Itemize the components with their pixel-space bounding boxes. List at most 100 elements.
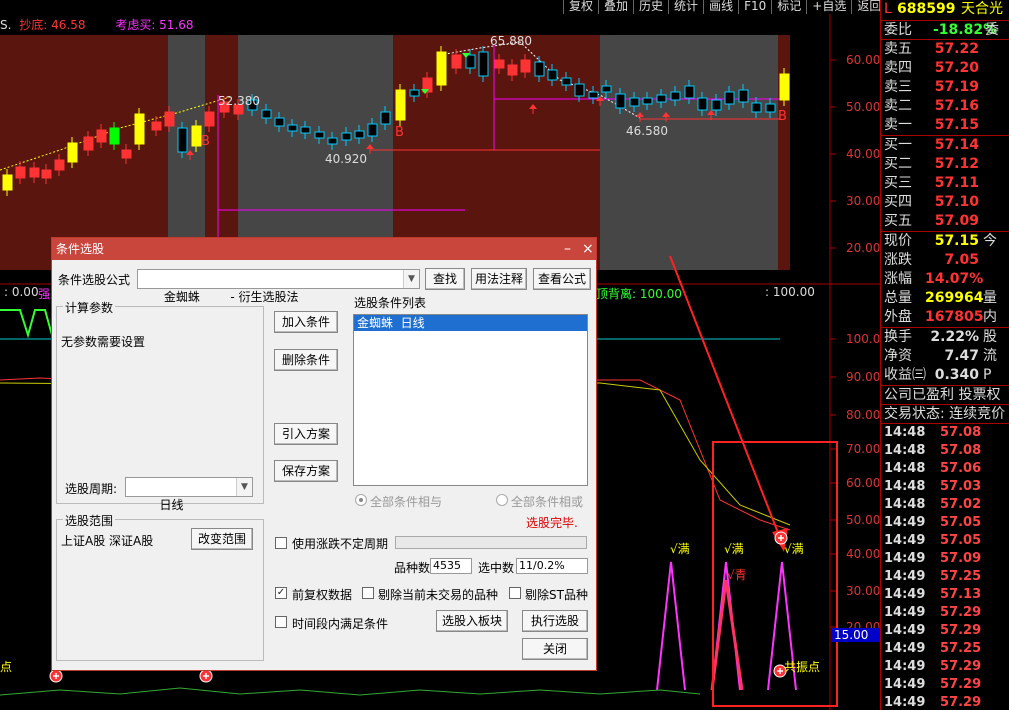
- range-text: 上证A股 深证A股: [61, 534, 154, 548]
- tick-row[interactable]: 14:49 57.25: [881, 640, 1009, 658]
- forward-adjust-label: 前复权数据: [292, 588, 353, 602]
- formula-select-value: 金蜘蛛 - 衍生选股法: [163, 290, 299, 304]
- mode-label: S.: [0, 18, 12, 32]
- period-select[interactable]: 日线 ▼: [125, 477, 253, 512]
- toolbar-button-4[interactable]: 画线: [703, 0, 738, 14]
- add-condition-button[interactable]: 加入条件: [274, 311, 338, 333]
- minimize-icon[interactable]: –: [564, 238, 571, 260]
- toolbar-button-6[interactable]: 标记: [771, 0, 806, 14]
- indicator-axis-tick: 50.00: [846, 513, 881, 527]
- delete-condition-button[interactable]: 删除条件: [274, 349, 338, 371]
- bid-value: 57.12: [934, 156, 979, 172]
- all-and-radio[interactable]: [355, 494, 367, 506]
- formula-select[interactable]: 金蜘蛛 - 衍生选股法 ▼: [137, 269, 420, 304]
- stat-value: 269964: [925, 290, 984, 306]
- toolbar-button-1[interactable]: 叠加: [598, 0, 633, 14]
- full-label-1: √满: [670, 542, 690, 556]
- irregular-period-checkbox[interactable]: [275, 537, 287, 549]
- save-plan-button[interactable]: 保存方案: [274, 460, 338, 482]
- ask-row: 卖五 57.22: [881, 40, 1009, 59]
- toolbar-button-5[interactable]: F10: [738, 0, 771, 14]
- tick-price: 57.03: [940, 479, 982, 494]
- chevron-down-icon[interactable]: ▼: [403, 270, 419, 288]
- tick-row[interactable]: 14:49 57.29: [881, 694, 1009, 710]
- indicator-axis-tick: 100.0: [846, 332, 881, 346]
- candle-body: [561, 77, 572, 86]
- range-group-title: 选股范围: [63, 512, 116, 529]
- current-indicator-value: 15.00: [831, 628, 880, 642]
- tick-price: 57.25: [940, 569, 982, 584]
- stat-row: 外盘 167805 内: [881, 308, 1009, 327]
- tick-price: 57.08: [940, 443, 982, 458]
- change-range-button[interactable]: 改变范围: [191, 528, 253, 550]
- tick-row[interactable]: 14:49 57.29: [881, 676, 1009, 694]
- tick-row[interactable]: 14:48 57.03: [881, 478, 1009, 496]
- candle-body: [261, 109, 272, 119]
- toolbar-button-2[interactable]: 历史: [633, 0, 668, 14]
- price-axis-tick: 60.00: [846, 53, 881, 67]
- close-icon[interactable]: ×: [582, 238, 594, 260]
- dialog-title-bar[interactable]: 条件选股 – ×: [52, 238, 596, 260]
- stat2-extra: P: [983, 367, 992, 383]
- candle-body: [29, 167, 40, 178]
- stat-label: 现价: [884, 233, 912, 249]
- candle-body: [96, 129, 107, 143]
- tick-time: 14:48: [884, 461, 926, 476]
- chevron-down-icon[interactable]: ▼: [236, 478, 252, 496]
- ask-value: 57.19: [934, 79, 979, 95]
- bid-value: 57.09: [934, 213, 979, 229]
- tick-time: 14:49: [884, 623, 926, 638]
- condition-list-item[interactable]: 金蜘蛛 日线: [354, 315, 587, 331]
- dialog-title: 条件选股: [56, 242, 105, 256]
- chart-gray-zone: [600, 35, 778, 270]
- view-formula-button[interactable]: 查看公式: [533, 268, 591, 290]
- stat-label: 总量: [884, 290, 912, 306]
- stat-row: 涨跌 7.05: [881, 251, 1009, 270]
- usage-notes-button[interactable]: 用法注释: [471, 268, 527, 290]
- close-button[interactable]: 关闭: [522, 638, 588, 660]
- tick-row[interactable]: 14:49 57.29: [881, 622, 1009, 640]
- tick-price: 57.29: [940, 677, 982, 692]
- add-to-block-button[interactable]: 选股入板块: [436, 610, 508, 632]
- candle-body: [629, 97, 640, 107]
- candle-body: [765, 103, 776, 113]
- indicator-axis-tick: 30.00: [846, 584, 881, 598]
- toolbar-button-7[interactable]: +自选: [806, 0, 851, 14]
- toolbar-button-0[interactable]: 复权: [563, 0, 598, 14]
- candle-body: [642, 97, 653, 105]
- condition-list[interactable]: 金蜘蛛 日线: [353, 314, 588, 486]
- high-price-label: 65.880: [490, 34, 532, 48]
- tick-list[interactable]: 14:48 57.08 14:48 57.08 14:48 57.06 14:48 57.03…: [881, 423, 1009, 710]
- all-or-radio[interactable]: [496, 494, 508, 506]
- exclude-st-checkbox[interactable]: [509, 587, 521, 599]
- tick-time: 14:48: [884, 497, 926, 512]
- tick-price: 57.13: [940, 587, 982, 602]
- tick-row[interactable]: 14:49 57.09: [881, 550, 1009, 568]
- stat-extra: 量: [983, 290, 997, 306]
- find-button[interactable]: 查找: [425, 268, 465, 290]
- stock-name: 天合光: [961, 1, 1003, 17]
- forward-adjust-checkbox[interactable]: ✓: [275, 587, 287, 599]
- time-range-checkbox[interactable]: [275, 616, 287, 628]
- tick-row[interactable]: 14:49 57.29: [881, 604, 1009, 622]
- tick-row[interactable]: 14:48 57.08: [881, 442, 1009, 460]
- toolbar-button-3[interactable]: 统计: [668, 0, 703, 14]
- exclude-untraded-checkbox[interactable]: [362, 587, 374, 599]
- bid-row: 买四 57.10: [881, 193, 1009, 212]
- tick-row[interactable]: 14:48 57.08: [881, 424, 1009, 442]
- tick-row[interactable]: 14:49 57.05: [881, 514, 1009, 532]
- tick-row[interactable]: 14:48 57.02: [881, 496, 1009, 514]
- buy-signal-icon: B: [778, 109, 787, 124]
- stat-value: 14.07%: [925, 271, 984, 287]
- tick-row[interactable]: 14:49 57.25: [881, 568, 1009, 586]
- tick-row[interactable]: 14:48 57.06: [881, 460, 1009, 478]
- tick-price: 57.09: [940, 551, 982, 566]
- params-group: 计算参数 无参数需要设置 选股周期: 日线 ▼: [56, 299, 264, 512]
- tick-row[interactable]: 14:49 57.05: [881, 532, 1009, 550]
- import-plan-button[interactable]: 引入方案: [274, 423, 338, 445]
- tick-row[interactable]: 14:49 57.29: [881, 658, 1009, 676]
- candle-body: [121, 149, 132, 159]
- execute-filter-button[interactable]: 执行选股: [522, 610, 588, 632]
- bid-label: 买四: [884, 194, 912, 210]
- tick-row[interactable]: 14:49 57.13: [881, 586, 1009, 604]
